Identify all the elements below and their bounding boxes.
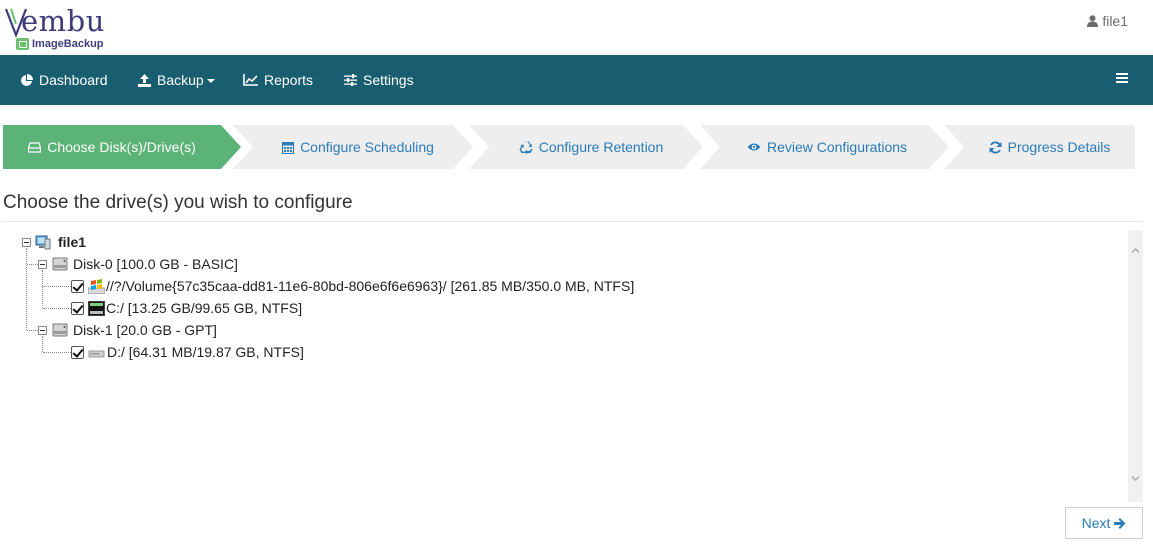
computer-icon (35, 235, 51, 250)
tree-node-volume-label: D:/ [64.31 MB/19.87 GB, NTFS] (107, 344, 304, 360)
tree-connector (26, 248, 27, 330)
main-navbar: Dashboard Backup Reports Settings (0, 55, 1153, 105)
logo-product: ImageBackup (16, 37, 104, 51)
logo-product-label: ImageBackup (32, 38, 104, 50)
tree-node-root-label: file1 (58, 234, 87, 250)
vembu-logo[interactable]: embu ImageBackup (5, 2, 115, 52)
step-review-configurations[interactable]: Review Configurations (720, 125, 934, 169)
step-choose-drives-label: Choose Disk(s)/Drive(s) (47, 139, 196, 155)
tree-connector (43, 308, 71, 309)
chevron-down-icon[interactable] (1131, 474, 1140, 483)
imagebackup-icon (16, 38, 29, 50)
collapse-toggle-disk-0[interactable] (38, 260, 47, 269)
arrow-right-icon (1114, 517, 1126, 529)
hard-disk-icon (52, 323, 68, 337)
nav-dashboard-label: Dashboard (39, 72, 108, 88)
tree-connector (43, 286, 71, 287)
drive-tree: file1 Disk-0 [100.0 GB - BASIC] //?/Volu… (3, 230, 1143, 502)
collapse-toggle-disk-1[interactable] (38, 326, 47, 335)
windows-icon (88, 278, 105, 294)
step-configure-scheduling[interactable]: Configure Scheduling (253, 125, 463, 169)
tree-node-disk-0-label: Disk-0 [100.0 GB - BASIC] (73, 256, 238, 272)
tree-scrollbar[interactable] (1128, 230, 1143, 502)
upload-icon (138, 73, 151, 87)
calendar-icon (282, 141, 295, 154)
chevron-up-icon[interactable] (1131, 246, 1140, 255)
user-menu[interactable]: file1 (1087, 13, 1128, 29)
line-chart-icon (243, 74, 258, 86)
next-button[interactable]: Next (1065, 507, 1143, 539)
hamburger-menu-icon[interactable] (1116, 73, 1128, 85)
eye-icon (747, 143, 761, 151)
user-name: file1 (1102, 13, 1128, 29)
drive-icon (88, 350, 105, 357)
volume-checkbox[interactable] (71, 301, 84, 315)
tree-connector (43, 352, 71, 353)
volume-checkbox[interactable] (71, 345, 84, 359)
step-progress-details-label: Progress Details (1007, 139, 1111, 155)
nav-reports-label: Reports (264, 72, 314, 88)
nav-dashboard[interactable]: Dashboard (20, 55, 108, 105)
step-configure-scheduling-label: Configure Scheduling (300, 139, 434, 155)
user-icon (1087, 15, 1099, 27)
recycle-icon (519, 141, 533, 154)
nav-settings-label: Settings (363, 72, 414, 88)
collapse-toggle-root[interactable] (22, 238, 31, 247)
tree-connector (42, 270, 43, 308)
nav-settings[interactable]: Settings (344, 55, 414, 105)
app-header: embu ImageBackup file1 (0, 0, 1153, 55)
next-button-label: Next (1081, 515, 1111, 531)
hard-disk-icon (52, 257, 68, 271)
tree-node-disk-1-label: Disk-1 [20.0 GB - GPT] (73, 322, 217, 338)
heading-divider (3, 221, 1143, 222)
nav-backup[interactable]: Backup (138, 55, 215, 105)
wizard-steps: Choose Disk(s)/Drive(s) Configure Schedu… (3, 125, 1135, 169)
step-review-configurations-label: Review Configurations (766, 139, 908, 155)
tree-node-disk-1[interactable]: Disk-1 [20.0 GB - GPT] (52, 319, 217, 341)
system-drive-icon (88, 300, 105, 316)
tree-node-volume-d[interactable]: D:/ [64.31 MB/19.87 GB, NTFS] (71, 341, 304, 363)
pie-chart-icon (21, 73, 33, 86)
tree-connector (27, 330, 38, 331)
tree-connector (42, 336, 43, 352)
volume-checkbox[interactable] (71, 279, 84, 293)
tree-node-volume-c[interactable]: C:/ [13.25 GB/99.65 GB, NTFS] (71, 297, 302, 319)
step-progress-details[interactable]: Progress Details (964, 125, 1135, 169)
step-configure-retention-label: Configure Retention (538, 139, 664, 155)
chevron-down-icon (206, 79, 215, 83)
tree-node-volume-label: //?/Volume{57c35caa-dd81-11e6-80bd-806e6… (106, 278, 635, 294)
tree-node-root[interactable]: file1 (35, 231, 86, 253)
nav-backup-label: Backup (157, 72, 204, 88)
logo-wordmark: embu (21, 4, 105, 38)
page-heading: Choose the drive(s) you wish to configur… (3, 192, 353, 213)
tree-node-disk-0[interactable]: Disk-0 [100.0 GB - BASIC] (52, 253, 238, 275)
tree-node-volume-label: C:/ [13.25 GB/99.65 GB, NTFS] (106, 300, 303, 316)
tree-connector (27, 264, 38, 265)
sliders-icon (344, 74, 357, 86)
hdd-icon (28, 141, 42, 153)
refresh-icon (989, 141, 1002, 153)
step-choose-drives[interactable]: Choose Disk(s)/Drive(s) (3, 125, 221, 169)
nav-reports[interactable]: Reports (243, 55, 313, 105)
tree-node-volume-system-reserved[interactable]: //?/Volume{57c35caa-dd81-11e6-80bd-806e6… (71, 275, 634, 297)
step-configure-retention[interactable]: Configure Retention (489, 125, 693, 169)
